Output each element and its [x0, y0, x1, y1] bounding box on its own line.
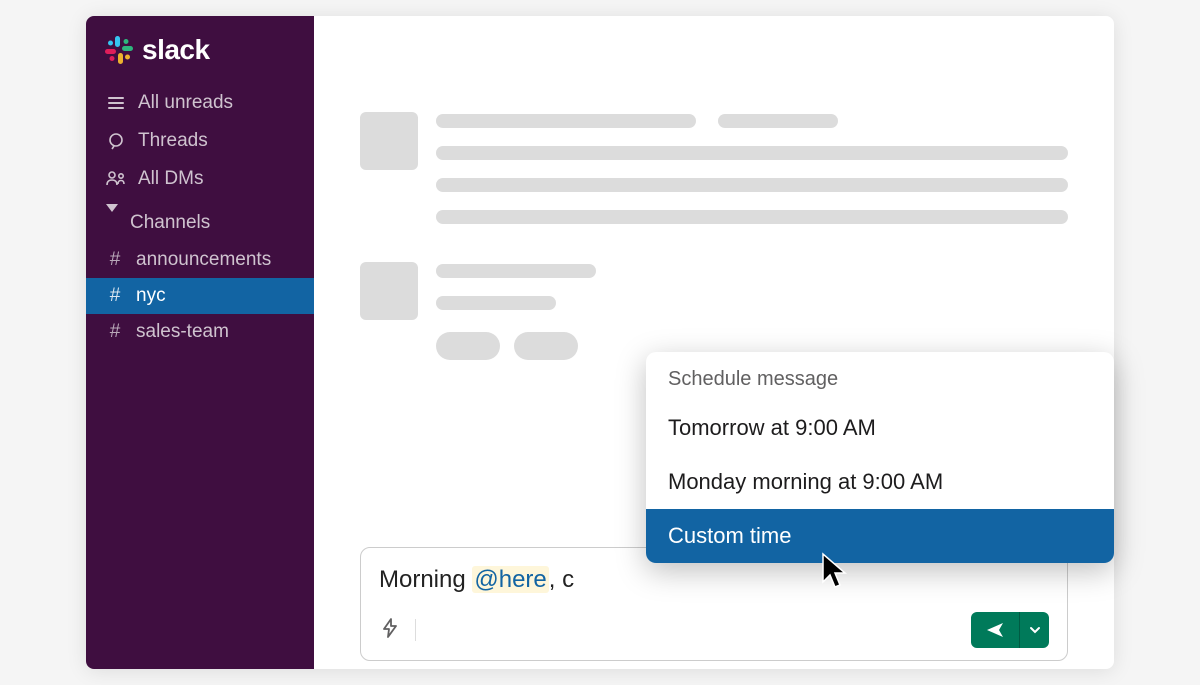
mention-here[interactable]: @here: [472, 566, 548, 593]
send-button[interactable]: [971, 612, 1019, 648]
channel-announcements[interactable]: # announcements: [86, 242, 314, 278]
app-frame: slack All unreads Threads: [86, 16, 1114, 669]
hash-icon: #: [106, 249, 124, 271]
composer-text-prefix: Morning: [379, 566, 472, 593]
message-list: [314, 16, 1114, 360]
placeholder: [436, 146, 1068, 160]
channel-name: nyc: [136, 285, 166, 307]
caret-down-icon: [106, 212, 118, 234]
send-button-group: [971, 612, 1049, 648]
dms-icon: [106, 169, 126, 189]
list-icon: [106, 93, 126, 113]
channel-name: announcements: [136, 249, 271, 271]
placeholder: [436, 332, 500, 360]
placeholder: [436, 296, 556, 310]
hash-icon: #: [106, 285, 124, 307]
hash-icon: #: [106, 321, 124, 343]
schedule-message-menu: Schedule message Tomorrow at 9:00 AM Mon…: [646, 352, 1114, 563]
avatar: [360, 112, 418, 170]
divider: [415, 619, 416, 641]
message-body: [436, 112, 1068, 224]
nav-label: All unreads: [138, 92, 233, 114]
brand-name: slack: [142, 34, 210, 66]
schedule-option-tomorrow[interactable]: Tomorrow at 9:00 AM: [646, 401, 1114, 455]
cursor-pointer-icon: [820, 552, 852, 597]
placeholder: [436, 114, 696, 128]
message-item: [360, 112, 1068, 224]
channel-sales-team[interactable]: # sales-team: [86, 314, 314, 350]
schedule-option-custom[interactable]: Custom time: [646, 509, 1114, 563]
placeholder: [718, 114, 838, 128]
send-options-button[interactable]: [1019, 612, 1049, 648]
schedule-menu-title: Schedule message: [646, 352, 1114, 401]
main-panel: Schedule message Tomorrow at 9:00 AM Mon…: [314, 16, 1114, 669]
message-item: [360, 262, 1068, 360]
threads-icon: [106, 131, 126, 151]
schedule-option-monday[interactable]: Monday morning at 9:00 AM: [646, 455, 1114, 509]
composer-text[interactable]: Morning @here, c: [379, 566, 1049, 594]
placeholder: [436, 264, 596, 278]
avatar: [360, 262, 418, 320]
nav-label: All DMs: [138, 168, 203, 190]
message-composer[interactable]: Morning @here, c: [360, 547, 1068, 661]
message-body: [436, 262, 1068, 360]
channels-header-label: Channels: [130, 212, 210, 234]
composer-toolbar: [379, 612, 1049, 648]
placeholder: [514, 332, 578, 360]
logo: slack: [86, 34, 314, 84]
nav-threads[interactable]: Threads: [86, 122, 314, 160]
channels-section-header[interactable]: Channels: [86, 198, 314, 242]
channel-name: sales-team: [136, 321, 229, 343]
placeholder: [436, 178, 1068, 192]
shortcuts-icon[interactable]: [379, 617, 401, 644]
placeholder: [436, 210, 1068, 224]
composer-text-suffix: , c: [549, 566, 574, 593]
slack-logo-icon: [104, 35, 134, 65]
nav-label: Threads: [138, 130, 208, 152]
sidebar: slack All unreads Threads: [86, 16, 314, 669]
nav-all-dms[interactable]: All DMs: [86, 160, 314, 198]
nav-all-unreads[interactable]: All unreads: [86, 84, 314, 122]
channel-nyc[interactable]: # nyc: [86, 278, 314, 314]
